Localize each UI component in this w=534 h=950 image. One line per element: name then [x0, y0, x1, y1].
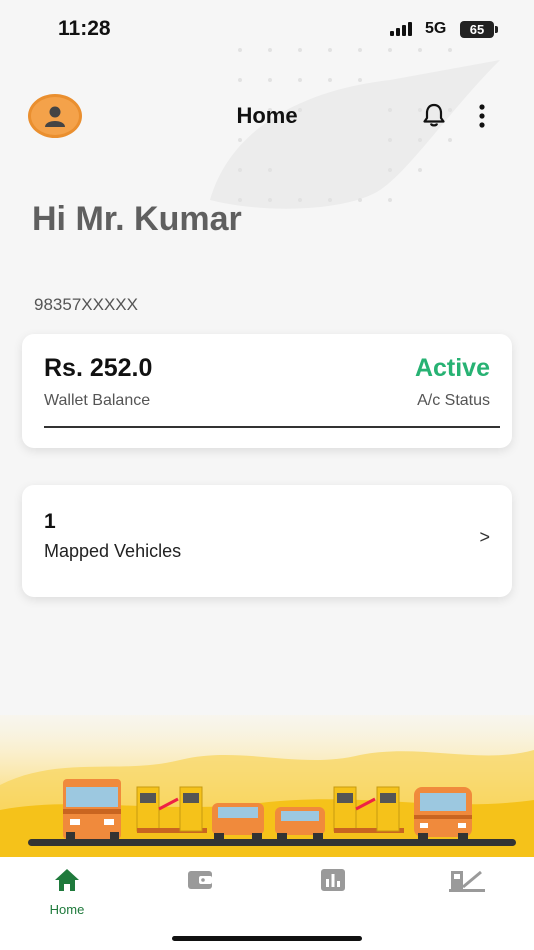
background-decoration	[210, 48, 500, 209]
home-icon	[55, 869, 79, 891]
bell-icon[interactable]	[421, 102, 447, 128]
tab-home-label: Home	[49, 902, 85, 917]
app-header: Home	[0, 88, 534, 144]
tab-toll[interactable]	[437, 867, 497, 898]
home-indicator	[172, 936, 362, 941]
wallet-balance-amount: Rs. 252.0	[44, 354, 153, 382]
wallet-card[interactable]: Rs. 252.0 Wallet Balance Active A/c Stat…	[22, 334, 512, 448]
wallet-icon	[188, 871, 212, 889]
toll-icon	[449, 870, 485, 892]
mapped-vehicles-count: 1	[44, 510, 56, 533]
status-time: 11:28	[58, 17, 111, 40]
chevron-right-icon[interactable]: >	[479, 527, 490, 548]
tab-home[interactable]: Home	[37, 867, 97, 917]
toll-plaza-illustration	[0, 715, 534, 857]
page-title: Home	[236, 103, 298, 128]
wallet-balance-label: Wallet Balance	[44, 392, 151, 409]
phone-number: 98357XXXXX	[34, 295, 138, 314]
stats-icon	[321, 869, 345, 891]
more-options-icon[interactable]	[476, 103, 488, 129]
account-status-label: A/c Status	[417, 392, 490, 409]
tab-stats[interactable]	[303, 867, 363, 898]
mapped-vehicles-card[interactable]: 1 Mapped Vehicles >	[22, 485, 512, 597]
card-divider	[44, 426, 500, 428]
account-status-value: Active	[414, 354, 490, 382]
greeting-text: Hi Mr. Kumar	[32, 200, 242, 238]
tab-wallet[interactable]	[170, 867, 230, 898]
mapped-vehicles-label: Mapped Vehicles	[44, 541, 182, 561]
